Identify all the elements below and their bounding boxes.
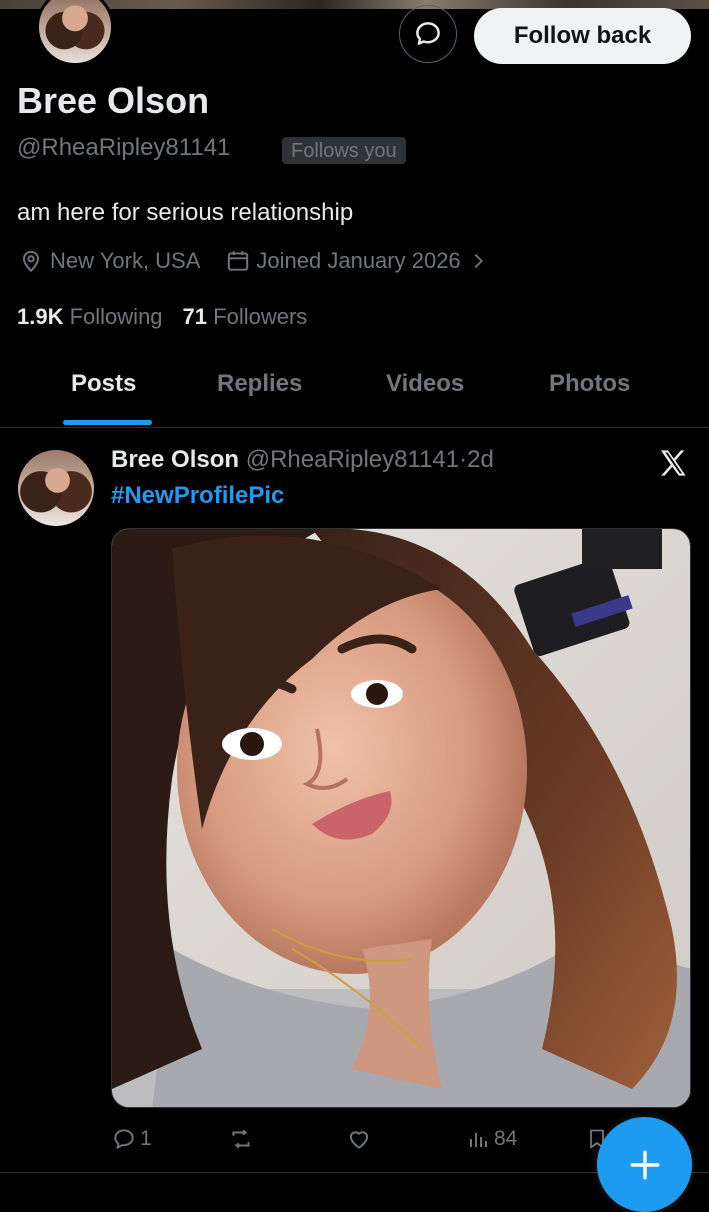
reply-button[interactable]: 1 — [111, 1126, 152, 1152]
chevron-right-icon[interactable] — [467, 250, 489, 272]
profile-handle: @RheaRipley81141 — [17, 134, 231, 161]
message-button[interactable] — [399, 5, 457, 63]
followers-label: Followers — [213, 304, 308, 329]
profile-joined-date[interactable]: Joined January 2026 — [256, 248, 460, 274]
views-button[interactable]: 84 — [467, 1126, 517, 1152]
post-author-handle[interactable]: @RheaRipley81141 — [246, 446, 459, 473]
calendar-icon — [228, 251, 249, 271]
tab-posts[interactable]: Posts — [71, 370, 136, 398]
profile-avatar[interactable] — [36, 0, 114, 66]
profile-location: New York, USA — [50, 248, 201, 273]
follow-counts: 1.9K Following 71 Followers — [17, 304, 307, 330]
post-author-avatar[interactable] — [18, 450, 94, 526]
profile-meta: New York, USA Joined January 2026 — [18, 248, 489, 274]
message-bubble-icon — [416, 22, 440, 45]
post-media-image[interactable] — [111, 528, 691, 1108]
tab-replies[interactable]: Replies — [217, 370, 302, 398]
profile-tabs: Posts Replies Videos Photos — [0, 360, 709, 428]
plus-icon — [630, 1150, 659, 1179]
followers-count: 71 — [182, 304, 208, 329]
repost-icon — [232, 1129, 250, 1149]
post-hashtag[interactable]: #NewProfilePic — [111, 482, 284, 510]
tab-photos[interactable]: Photos — [549, 370, 630, 398]
active-tab-indicator — [63, 420, 152, 425]
tab-videos[interactable]: Videos — [386, 370, 464, 398]
views-count: 84 — [494, 1127, 518, 1150]
following-link[interactable]: 1.9K Following — [17, 304, 163, 330]
compose-post-button[interactable] — [597, 1117, 692, 1212]
post-separator: · — [459, 446, 468, 473]
post-time[interactable]: 2d — [467, 446, 494, 473]
location-pin-icon — [22, 250, 40, 273]
post-actions: 1 84 — [111, 1126, 631, 1156]
reply-icon — [114, 1129, 134, 1149]
profile-bio: am here for serious relationship — [17, 199, 354, 226]
x-logo-icon[interactable] — [657, 447, 689, 479]
post-header: Bree Olson @RheaRipley81141·2d — [111, 446, 494, 474]
profile-name: Bree Olson — [17, 80, 210, 121]
following-count: 1.9K — [17, 304, 64, 329]
analytics-icon — [470, 1133, 487, 1147]
repost-button[interactable] — [227, 1126, 258, 1152]
follows-you-badge: Follows you — [282, 137, 406, 164]
reply-count: 1 — [140, 1127, 152, 1150]
heart-icon — [349, 1131, 369, 1149]
follow-back-button[interactable]: Follow back — [474, 8, 691, 64]
following-label: Following — [69, 304, 163, 329]
post-author-name[interactable]: Bree Olson — [111, 446, 239, 473]
selfie-photo — [112, 529, 690, 1107]
like-button[interactable] — [346, 1126, 375, 1152]
followers-link[interactable]: 71 Followers — [183, 304, 308, 330]
tabs-divider — [0, 427, 709, 428]
